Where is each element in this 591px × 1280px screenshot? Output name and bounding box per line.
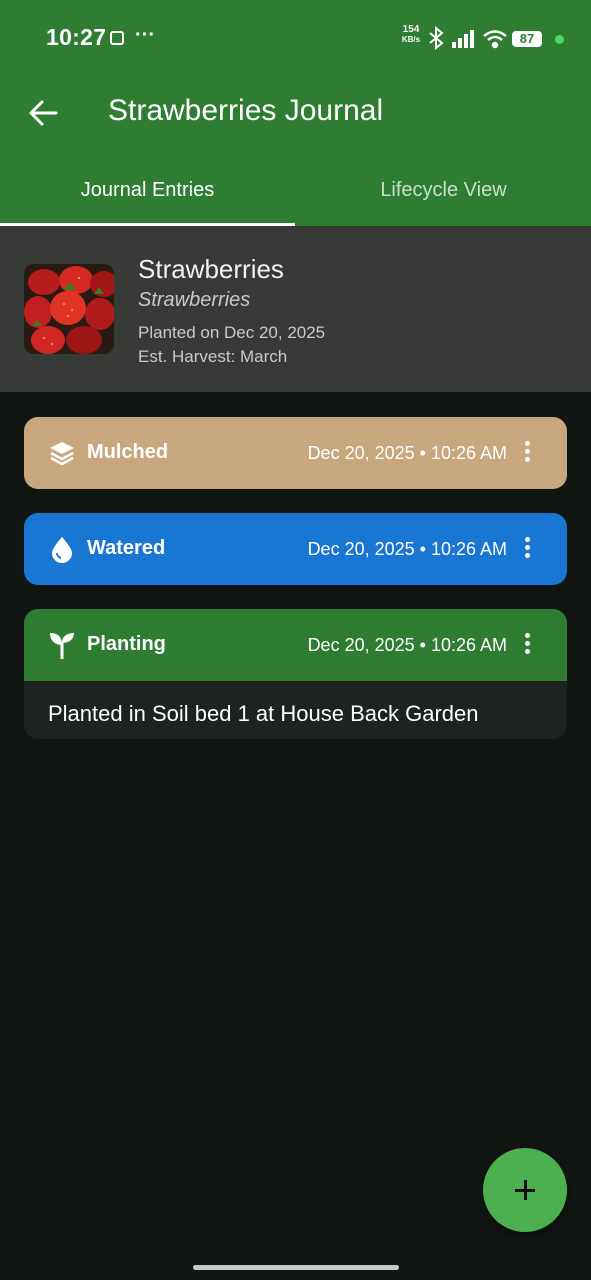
journal-entry-mulched[interactable]: Mulched Dec 20, 2025 • 10:26 AM — [24, 417, 567, 489]
entry-label: Watered — [87, 537, 166, 559]
add-entry-button[interactable] — [483, 1148, 567, 1232]
layers-icon — [50, 442, 74, 466]
entry-timestamp: Dec 20, 2025 • 10:26 AM — [307, 443, 507, 463]
planted-date: Planted on Dec 20, 2025 — [138, 323, 326, 342]
journal-entry-watered[interactable]: Watered Dec 20, 2025 • 10:26 AM — [24, 513, 567, 585]
plant-name: Strawberries — [138, 254, 284, 284]
signal-icon — [452, 30, 474, 48]
more-notifications-icon: ··· — [135, 24, 155, 46]
estimated-harvest: Est. Harvest: March — [138, 347, 288, 366]
status-bar: 10:27 ··· 154 KB/s 87 — [0, 0, 591, 78]
battery-icon: 87 — [512, 31, 542, 47]
notification-icon — [110, 31, 124, 45]
more-options-icon[interactable] — [523, 441, 531, 465]
network-speed: 154 KB/s — [401, 24, 421, 45]
entry-note: Planted in Soil bed 1 at House Back Gard… — [24, 681, 567, 739]
more-options-icon[interactable] — [523, 537, 531, 561]
arrow-left-icon[interactable] — [26, 96, 60, 130]
journal-entry-planting[interactable]: Planting Dec 20, 2025 • 10:26 AM Planted… — [24, 609, 567, 739]
tab-lifecycle-view[interactable]: Lifecycle View — [296, 148, 591, 226]
tab-journal-entries[interactable]: Journal Entries — [0, 148, 295, 226]
bluetooth-icon — [429, 26, 444, 51]
strawberries-image — [24, 264, 114, 354]
status-time: 10:27 — [46, 24, 107, 50]
page-title: Strawberries Journal — [108, 94, 384, 127]
sprout-icon — [50, 633, 74, 659]
entry-label: Mulched — [87, 441, 169, 463]
more-options-icon[interactable] — [523, 633, 531, 657]
entry-timestamp: Dec 20, 2025 • 10:26 AM — [307, 539, 507, 559]
plant-summary-card: Strawberries Strawberries Planted on Dec… — [0, 226, 591, 392]
privacy-indicator-dot — [555, 35, 564, 44]
water-drop-icon — [52, 537, 72, 563]
app-bar: Strawberries Journal — [0, 78, 591, 148]
home-indicator — [193, 1265, 399, 1270]
entry-label: Planting — [87, 633, 166, 655]
entry-timestamp: Dec 20, 2025 • 10:26 AM — [307, 635, 507, 655]
tab-bar: Journal Entries Lifecycle View — [0, 148, 591, 226]
wifi-icon — [483, 30, 507, 49]
plant-scientific-name: Strawberries — [138, 289, 251, 311]
